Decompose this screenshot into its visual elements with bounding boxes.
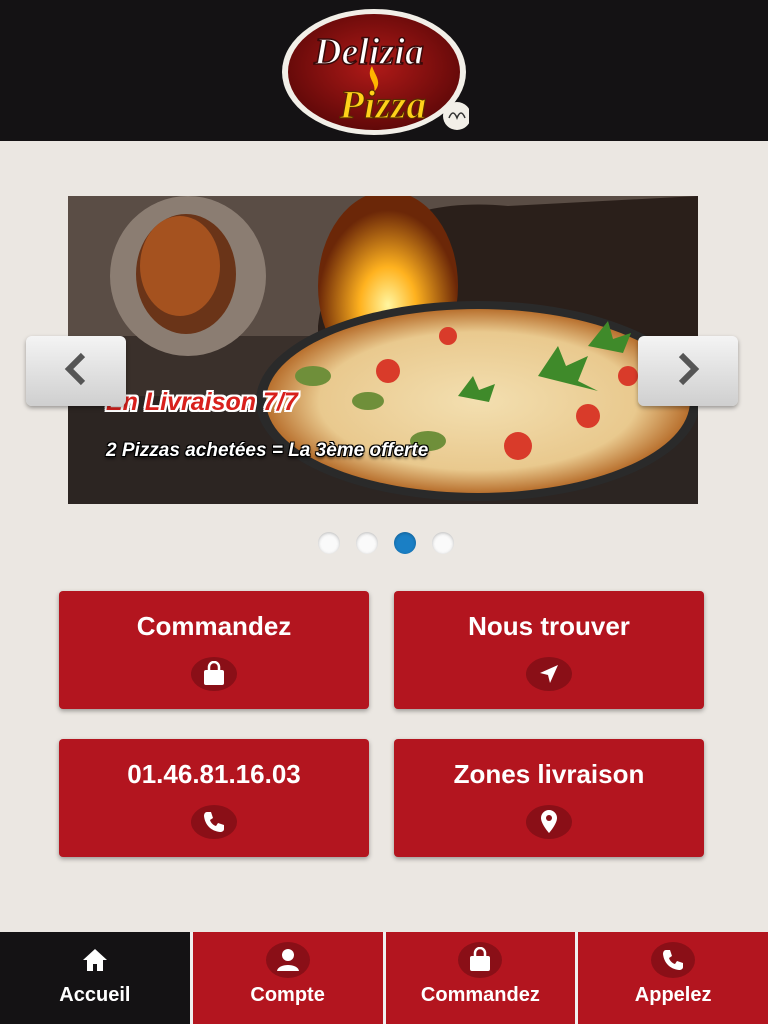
svg-text:Delizia: Delizia <box>313 31 424 73</box>
app-header: Delizia Pizza <box>0 0 768 141</box>
home-icon <box>73 942 117 978</box>
slide-offer-text: 2 Pizzas achetées = La 3ème offerte <box>106 440 429 461</box>
nav-item-compte[interactable]: Compte <box>192 932 383 1024</box>
tile-label: Nous trouver <box>468 611 630 641</box>
svg-text:Pizza: Pizza <box>339 82 427 127</box>
nav-label: Accueil <box>59 984 131 1006</box>
tile-label: Commandez <box>136 611 292 641</box>
shopping-bag-icon <box>458 942 503 978</box>
slider-prev-button[interactable] <box>26 336 126 406</box>
tile-phone-number[interactable]: 01.46.81.16.03 <box>59 739 369 857</box>
tile-label: Zones livraison <box>453 759 645 789</box>
chevron-right-icon <box>673 351 703 392</box>
nav-label: Commandez <box>420 984 540 1006</box>
slider-dot-2[interactable] <box>356 532 378 554</box>
slider-dot-1[interactable] <box>318 532 340 554</box>
tile-label: 01.46.81.16.03 <box>127 759 301 789</box>
slide-headline: En Livraison 7/7 <box>106 388 298 416</box>
slider-next-button[interactable] <box>638 336 738 406</box>
slider-dot-3[interactable] <box>394 532 416 554</box>
promo-slide-image[interactable]: En Livraison 7/7 2 Pizzas achetées = La … <box>68 196 698 504</box>
nav-label: Compte <box>250 984 325 1006</box>
brand-logo[interactable]: Delizia Pizza <box>279 6 471 138</box>
nav-item-appelez[interactable]: Appelez <box>578 932 768 1024</box>
slider-dot-4[interactable] <box>432 532 454 554</box>
tile-zones-livraison[interactable]: Zones livraison <box>394 739 704 857</box>
phone-icon <box>191 805 237 839</box>
tile-commandez[interactable]: Commandez <box>59 591 369 709</box>
user-icon <box>265 942 310 978</box>
bottom-navigation: Accueil Compte Commandez Appelez <box>0 932 768 1024</box>
shopping-bag-icon <box>191 657 237 691</box>
phone-icon <box>651 942 696 978</box>
navigation-arrow-icon <box>526 657 572 691</box>
nav-label: Appelez <box>634 984 712 1006</box>
slider-pagination <box>318 532 458 554</box>
tile-nous-trouver[interactable]: Nous trouver <box>394 591 704 709</box>
map-pin-icon <box>526 805 572 839</box>
nav-item-accueil[interactable]: Accueil <box>0 932 190 1024</box>
nav-item-commandez[interactable]: Commandez <box>385 932 576 1024</box>
chevron-left-icon <box>61 351 91 392</box>
